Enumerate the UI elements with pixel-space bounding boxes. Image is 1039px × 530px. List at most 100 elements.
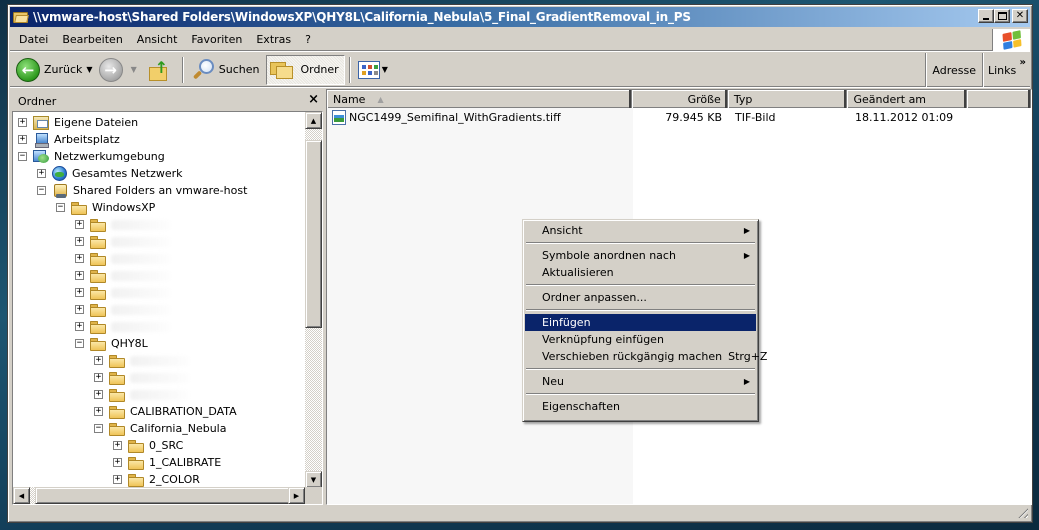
ctx-verknuepfung-einfuegen[interactable]: Verknüpfung einfügen [525,331,756,348]
tree-item[interactable]: + Gesamtes Netzwerk [37,165,183,182]
collapse-icon[interactable]: − [75,339,84,348]
views-button[interactable]: ▼ [355,55,391,85]
ctx-einfuegen[interactable]: Einfügen [525,314,756,331]
tree-item[interactable]: + [75,318,171,335]
tree-item[interactable]: − California_Nebula [94,420,226,437]
menu-ansicht[interactable]: Ansicht [131,33,184,46]
collapse-icon[interactable]: − [18,152,27,161]
collapse-icon[interactable]: − [37,186,46,195]
minimize-button[interactable] [978,9,994,23]
expand-icon[interactable]: + [37,169,46,178]
my-documents-icon [33,115,49,130]
expand-icon[interactable]: + [94,407,103,416]
chevron-overflow-icon[interactable]: » [1020,57,1026,68]
column-header-modified[interactable]: Geändert am [847,90,968,108]
up-button[interactable]: ↑ [140,55,178,85]
tree-item-label [111,236,171,247]
menu-help[interactable]: ? [299,33,317,46]
expand-icon[interactable]: + [75,254,84,263]
ctx-neu[interactable]: Neu ▶ [525,373,756,390]
ctx-ansicht[interactable]: Ansicht ▶ [525,222,756,239]
scroll-up-button[interactable]: ▲ [305,112,322,129]
close-pane-icon[interactable]: × [308,92,319,107]
tree-item[interactable]: + Eigene Dateien [18,114,138,131]
column-header-type[interactable]: Typ [727,90,848,108]
ctx-symbole-anordnen[interactable]: Symbole anordnen nach ▶ [525,247,756,264]
folder-icon [128,439,144,453]
ctx-aktualisieren[interactable]: Aktualisieren [525,264,756,281]
tree-item[interactable]: − QHY8L [75,335,148,352]
tree-item[interactable]: − WindowsXP [56,199,155,216]
shortcut-label: Strg+Z [728,350,768,363]
tree-item[interactable]: +2_COLOR [113,471,200,488]
collapse-icon[interactable]: − [94,424,103,433]
expand-icon[interactable]: + [113,458,122,467]
folders-label: Ordner [300,63,339,76]
tree-item[interactable]: + [75,250,171,267]
column-header-name[interactable]: Name ▲ [327,90,633,108]
back-label: Zurück [44,63,83,76]
vertical-scroll-thumb[interactable] [305,140,322,328]
column-header-size[interactable]: Größe [632,90,728,108]
address-bar-label[interactable]: Adresse [925,53,982,87]
vertical-scrollbar[interactable]: ▲ ▼ [305,112,322,488]
column-header-empty[interactable] [967,90,1031,108]
tree-item[interactable]: +0_SRC [113,437,183,454]
folder-icon [90,303,106,317]
menu-extras[interactable]: Extras [250,33,297,46]
back-history-dropdown-icon[interactable]: ▼ [86,65,92,74]
maximize-button[interactable] [994,9,1010,23]
tree-item[interactable]: + [75,216,171,233]
title-bar[interactable]: \\vmware-host\Shared Folders\WindowsXP\Q… [10,7,1030,27]
tree-item[interactable]: + [94,369,190,386]
forward-arrow-icon: → [98,57,123,82]
network-places-icon [33,149,49,164]
forward-button[interactable]: → ▼ [96,55,140,85]
tree-item[interactable]: + [75,284,171,301]
expand-icon[interactable]: + [75,237,84,246]
expand-icon[interactable]: + [75,271,84,280]
expand-icon[interactable]: + [18,135,27,144]
tree-item[interactable]: − Shared Folders an vmware-host [37,182,247,199]
tree-item-label: Gesamtes Netzwerk [72,167,183,180]
tree-item[interactable]: + [94,386,190,403]
back-button[interactable]: ← Zurück ▼ [13,55,96,85]
tree-item[interactable]: + [75,267,171,284]
tree-item[interactable]: +1_CALIBRATE [113,454,221,471]
entire-network-icon [52,166,67,181]
tree-item[interactable]: + [75,233,171,250]
ctx-eigenschaften[interactable]: Eigenschaften [525,398,756,415]
file-row[interactable]: NGC1499_Semifinal_WithGradients.tiff 79.… [327,110,1031,126]
expand-icon[interactable]: + [113,441,122,450]
scroll-down-button[interactable]: ▼ [305,471,322,488]
menu-favoriten[interactable]: Favoriten [185,33,248,46]
tree-item-label: QHY8L [111,337,148,350]
tree-item[interactable]: + Arbeitsplatz [18,131,120,148]
expand-icon[interactable]: + [94,356,103,365]
expand-icon[interactable]: + [18,118,27,127]
expand-icon[interactable]: + [94,373,103,382]
menu-datei[interactable]: Datei [13,33,54,46]
menu-bearbeiten[interactable]: Bearbeiten [56,33,128,46]
expand-icon[interactable]: + [94,390,103,399]
ctx-ordner-anpassen[interactable]: Ordner anpassen... [525,289,756,306]
close-button[interactable]: ✕ [1012,9,1028,23]
resize-grip-icon[interactable] [1016,506,1028,518]
ctx-verschieben-rueckgaengig[interactable]: Verschieben rückgängig machen Strg+Z [525,348,767,365]
search-button[interactable]: Suchen [188,55,263,85]
forward-history-dropdown-icon[interactable]: ▼ [131,65,137,74]
tree-item[interactable]: + [75,301,171,318]
tree-item[interactable]: + CALIBRATION_DATA [94,403,237,420]
folder-icon [109,354,125,368]
folders-button[interactable]: Ordner [266,54,345,85]
tree-item[interactable]: + [94,352,190,369]
links-bar[interactable]: Links » [982,53,1030,87]
expand-icon[interactable]: + [75,288,84,297]
expand-icon[interactable]: + [75,220,84,229]
tree-item[interactable]: − Netzwerkumgebung [18,148,165,165]
collapse-icon[interactable]: − [56,203,65,212]
expand-icon[interactable]: + [75,322,84,331]
expand-icon[interactable]: + [75,305,84,314]
expand-icon[interactable]: + [113,475,122,484]
menu-bar: Datei Bearbeiten Ansicht Favoriten Extra… [10,29,1030,51]
